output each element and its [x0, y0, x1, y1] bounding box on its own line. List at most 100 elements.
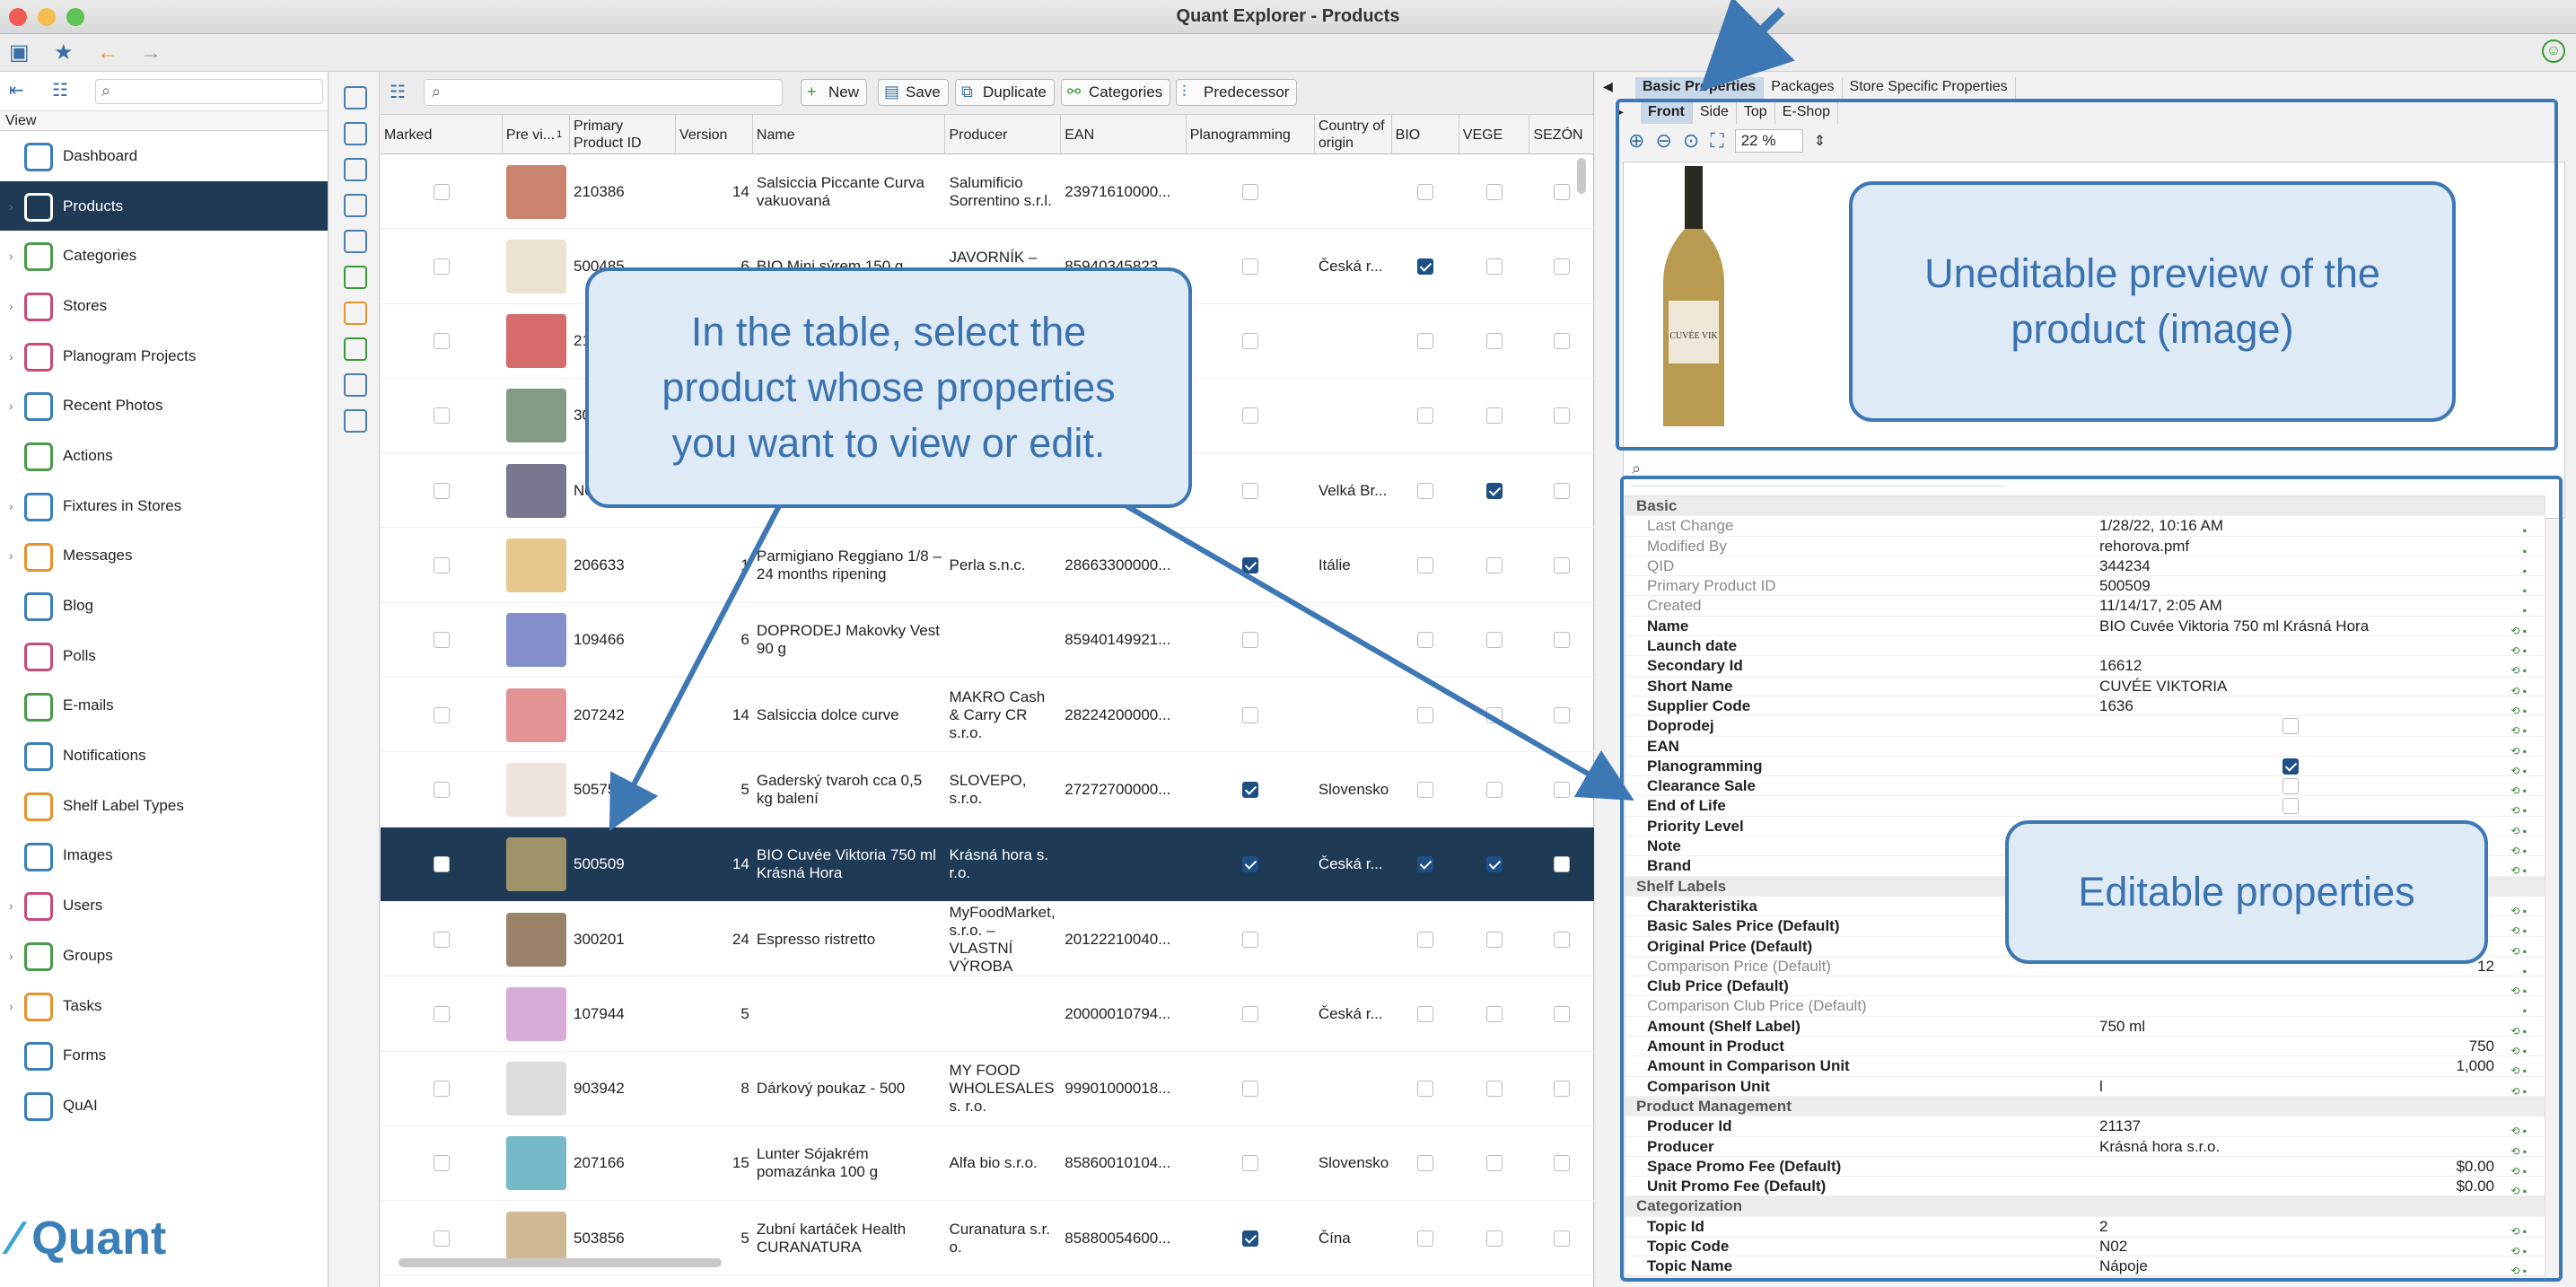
table-cell[interactable]: Salsiccia Piccante Curva vakuovaná — [753, 154, 946, 229]
table-cell[interactable]: Česká r... — [1315, 827, 1392, 902]
marked-checkbox[interactable] — [433, 781, 450, 798]
table-cell[interactable] — [1392, 752, 1459, 827]
table-cell[interactable]: Gaderský tvaroh cca 0,5 kg balení — [753, 752, 946, 827]
table-cell[interactable] — [1392, 154, 1459, 229]
table-cell[interactable] — [1459, 902, 1530, 976]
expand-arrow-icon[interactable]: › — [9, 199, 13, 214]
excel-import-icon[interactable] — [344, 266, 367, 289]
minimize-window-button[interactable] — [38, 8, 56, 26]
bio-checkbox[interactable] — [1417, 183, 1434, 200]
table-cell[interactable] — [1459, 453, 1530, 528]
table-cell[interactable] — [1392, 603, 1459, 678]
sezon-checkbox[interactable] — [1554, 1081, 1571, 1098]
table-cell[interactable] — [1315, 379, 1392, 453]
marked-checkbox[interactable] — [433, 333, 450, 350]
table-cell[interactable] — [1187, 1201, 1315, 1275]
table-cell[interactable]: Parmigiano Reggiano 1/8 – 24 months ripe… — [753, 529, 946, 603]
table-cell[interactable] — [1187, 902, 1315, 976]
table-cell[interactable] — [1529, 229, 1594, 303]
table-cell[interactable] — [1315, 1052, 1392, 1126]
table-cell[interactable]: 500509 — [570, 827, 676, 902]
table-cell[interactable] — [1459, 379, 1530, 453]
sezon-checkbox[interactable] — [1554, 258, 1571, 275]
planogramming-checkbox[interactable] — [1242, 856, 1259, 873]
check-list-icon[interactable] — [344, 86, 367, 109]
table-cell[interactable] — [1459, 976, 1530, 1051]
column-header-producer[interactable]: Producer — [946, 115, 1062, 154]
vege-checkbox[interactable] — [1486, 183, 1503, 200]
table-cell[interactable] — [381, 1052, 503, 1126]
sidebar-item-tasks[interactable]: › Tasks — [0, 981, 328, 1031]
table-cell[interactable]: 1 — [676, 529, 753, 603]
table-cell[interactable]: 20122210040... — [1061, 902, 1186, 976]
table-cell[interactable]: 109466 — [570, 603, 676, 678]
table-cell[interactable]: Česká r... — [1315, 229, 1392, 303]
table-cell[interactable]: Perla s.n.c. — [946, 529, 1062, 603]
table-cell[interactable]: 28224200000... — [1061, 678, 1186, 752]
sezon-checkbox[interactable] — [1554, 1155, 1571, 1172]
table-cell[interactable]: Espresso ristretto — [753, 902, 946, 976]
bio-checkbox[interactable] — [1417, 407, 1434, 425]
table-cell[interactable]: Zubní kartáček Health CURANATURA — [753, 1201, 946, 1275]
table-cell[interactable]: DOPRODEJ Makovky Vest 90 g — [753, 603, 946, 678]
table-cell[interactable] — [1187, 379, 1315, 453]
table-cell[interactable]: 8 — [676, 1052, 753, 1126]
sidebar-item-users[interactable]: › Users — [0, 880, 328, 931]
table-row[interactable]: 300201 24 Espresso ristretto MyFoodMarket, … — [381, 902, 1594, 977]
expand-arrow-icon[interactable]: › — [9, 499, 13, 513]
table-cell[interactable]: Dárkový poukaz - 500 — [753, 1052, 946, 1126]
table-cell[interactable]: 14 — [676, 154, 753, 229]
table-cell[interactable]: Curanatura s.r. o. — [946, 1201, 1062, 1275]
table-row[interactable]: 500509 14 BIO Cuvée Viktoria 750 ml Krásná… — [381, 827, 1594, 902]
expand-arrow-icon[interactable]: › — [9, 299, 13, 313]
table-cell[interactable] — [1187, 529, 1315, 603]
sidebar-item-dashboard[interactable]: Dashboard — [0, 131, 328, 181]
planogramming-checkbox[interactable] — [1242, 632, 1259, 649]
bio-checkbox[interactable] — [1417, 482, 1434, 499]
sidebar-item-messages[interactable]: › Messages — [0, 531, 328, 582]
table-row[interactable]: 207166 15 Lunter Sójakrém pomazánka 100 g A… — [381, 1126, 1594, 1202]
table-cell[interactable] — [381, 678, 503, 752]
excel-export-icon[interactable] — [344, 302, 367, 325]
vege-checkbox[interactable] — [1486, 1005, 1503, 1022]
bio-checkbox[interactable] — [1417, 632, 1434, 649]
table-cell[interactable] — [503, 603, 570, 678]
table-cell[interactable] — [1392, 678, 1459, 752]
vege-checkbox[interactable] — [1486, 781, 1503, 798]
table-cell[interactable] — [1529, 827, 1594, 902]
sidebar-item-fixtures-in-stores[interactable]: › Fixtures in Stores — [0, 481, 328, 531]
marked-checkbox[interactable] — [433, 557, 450, 573]
favorites-star-icon[interactable]: ★ — [54, 41, 74, 65]
column-header-name[interactable]: Name — [753, 115, 946, 154]
copy-icon[interactable] — [344, 122, 367, 145]
chart-icon[interactable] — [344, 409, 367, 433]
back-arrow-icon[interactable]: ← — [97, 41, 118, 65]
table-cell[interactable] — [1529, 752, 1594, 827]
table-cell[interactable] — [503, 1052, 570, 1126]
table-row[interactable]: 903942 8 Dárkový poukaz - 500 MY FOOD WHOLE… — [381, 1052, 1594, 1126]
table-cell[interactable]: 85860010104... — [1061, 1126, 1186, 1201]
table-cell[interactable] — [1529, 976, 1594, 1051]
table-cell[interactable]: Slovensko — [1315, 1126, 1392, 1201]
table-cell[interactable]: 6 — [676, 603, 753, 678]
marked-checkbox[interactable] — [433, 632, 450, 649]
table-cell[interactable] — [503, 1126, 570, 1201]
table-cell[interactable] — [1392, 902, 1459, 976]
sidebar-item-actions[interactable]: Actions — [0, 431, 328, 481]
table-cell[interactable]: 14 — [676, 678, 753, 752]
forward-arrow-icon[interactable]: → — [140, 41, 162, 65]
table-cell[interactable] — [1529, 529, 1594, 603]
sidebar-item-recent-photos[interactable]: › Recent Photos — [0, 381, 328, 431]
table-cell[interactable] — [1187, 453, 1315, 528]
sidebar-item-quai[interactable]: QuAI — [0, 1081, 328, 1131]
bio-checkbox[interactable] — [1417, 856, 1434, 873]
table-cell[interactable] — [1187, 603, 1315, 678]
column-header-vege[interactable]: VEGE — [1459, 115, 1530, 154]
move-icon[interactable] — [344, 194, 367, 217]
table-cell[interactable]: 85880054600... — [1061, 1201, 1186, 1275]
sidebar-item-blog[interactable]: Blog — [0, 581, 328, 631]
save-button[interactable]: ▤ Save — [878, 79, 949, 106]
table-cell[interactable] — [1392, 304, 1459, 379]
planogramming-checkbox[interactable] — [1242, 1081, 1259, 1098]
planogramming-checkbox[interactable] — [1242, 1005, 1259, 1022]
